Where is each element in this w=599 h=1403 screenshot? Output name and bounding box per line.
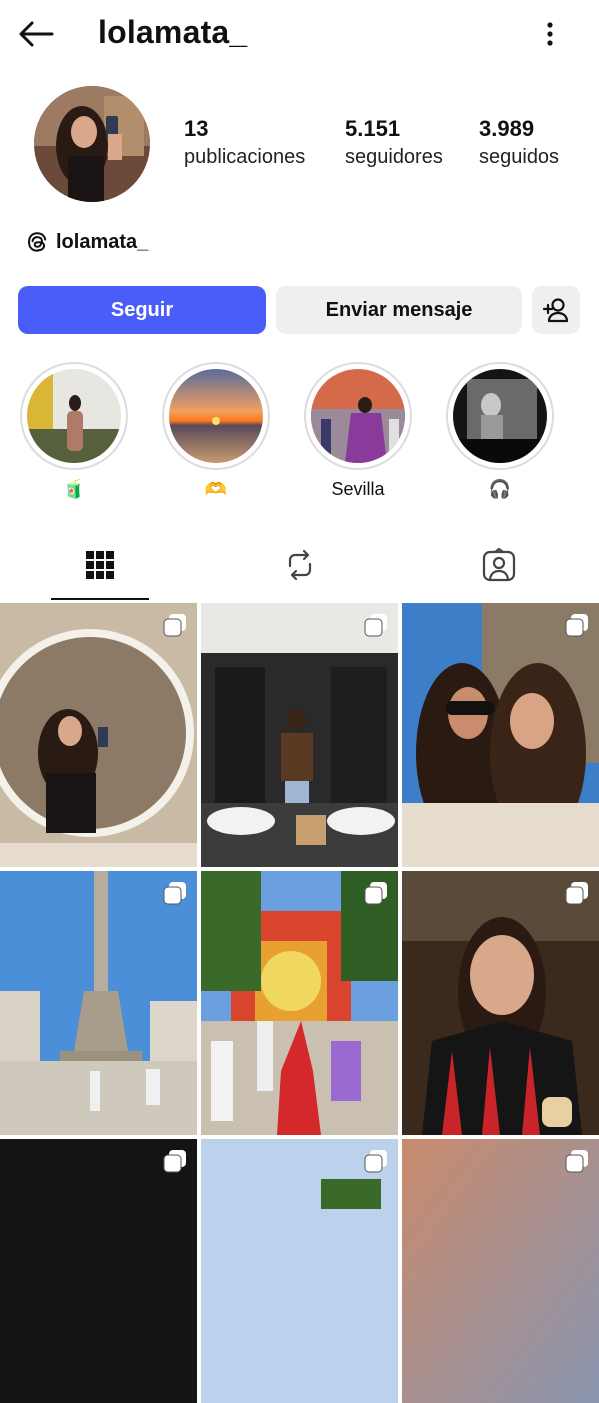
person-add-icon	[542, 298, 569, 323]
profile-avatar[interactable]	[34, 86, 150, 202]
highlight-cover	[453, 369, 547, 463]
threads-link[interactable]: lolamata_	[26, 228, 148, 256]
top-bar: lolamata_	[0, 0, 599, 70]
stat-following[interactable]: 3.989 seguidos	[479, 116, 559, 172]
post-thumbnail[interactable]	[402, 603, 599, 867]
tab-reposts[interactable]	[200, 530, 400, 600]
highlight-item[interactable]: Sevilla	[302, 362, 414, 500]
multiple-posts-icon	[565, 882, 588, 905]
stat-posts-label: publicaciones	[184, 146, 306, 168]
stat-following-label: seguidos	[479, 146, 560, 168]
tab-tagged[interactable]	[399, 530, 599, 600]
highlight-item[interactable]: 🎧	[444, 362, 556, 500]
highlight-caption: Sevilla	[331, 479, 385, 499]
stat-followers[interactable]: 5.151 seguidores	[345, 116, 443, 172]
highlight-caption: 🫶	[204, 479, 228, 499]
highlight-caption: 🎧	[488, 479, 512, 499]
multiple-posts-icon	[565, 1150, 588, 1173]
stat-followers-value: 5.151	[345, 116, 401, 141]
post-thumbnail[interactable]	[201, 871, 398, 1135]
post-thumbnail[interactable]	[0, 1139, 197, 1403]
profile-username-title: lolamata_	[98, 14, 248, 50]
multiple-posts-icon	[364, 614, 387, 637]
post-thumbnail[interactable]	[402, 1139, 599, 1403]
highlight-cover	[169, 369, 263, 463]
stat-posts[interactable]: 13 publicaciones	[184, 116, 305, 172]
multiple-posts-icon	[364, 1150, 387, 1173]
multiple-posts-icon	[163, 1150, 186, 1173]
arrow-left-icon	[19, 21, 54, 47]
back-button[interactable]	[16, 18, 56, 50]
highlight-cover	[27, 369, 121, 463]
highlight-caption: 🧃	[62, 479, 86, 499]
highlight-item[interactable]: 🧃	[18, 362, 130, 500]
more-vertical-icon	[547, 22, 553, 46]
post-thumbnail[interactable]	[402, 871, 599, 1135]
multiple-posts-icon	[364, 882, 387, 905]
post-thumbnail[interactable]	[0, 871, 197, 1135]
stat-following-value: 3.989	[479, 116, 535, 141]
threads-icon	[28, 232, 47, 252]
highlight-cover	[311, 369, 405, 463]
post-thumbnail[interactable]	[0, 603, 197, 867]
multiple-posts-icon	[565, 614, 588, 637]
post-thumbnail[interactable]	[201, 1139, 398, 1403]
grid-icon	[86, 551, 114, 579]
multiple-posts-icon	[163, 614, 186, 637]
stat-posts-value: 13	[184, 116, 209, 141]
follow-button[interactable]: Seguir	[18, 286, 266, 334]
tab-grid[interactable]	[0, 530, 200, 600]
send-message-button[interactable]: Enviar mensaje	[276, 286, 522, 334]
post-thumbnail[interactable]	[201, 603, 398, 867]
more-options-button[interactable]	[538, 18, 562, 50]
suggested-people-button[interactable]	[532, 286, 580, 334]
highlight-item[interactable]: 🫶	[160, 362, 272, 500]
threads-handle: lolamata_	[56, 230, 149, 253]
profile-tabs	[0, 530, 599, 600]
repost-icon	[288, 549, 312, 581]
multiple-posts-icon	[163, 882, 186, 905]
tagged-person-icon	[482, 548, 516, 582]
stat-followers-label: seguidores	[345, 146, 443, 168]
